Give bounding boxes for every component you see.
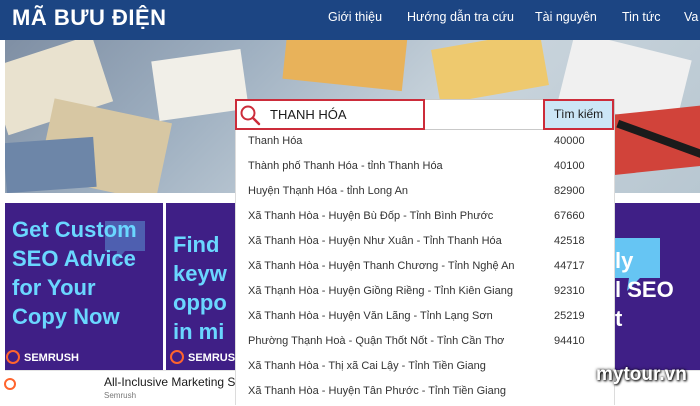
result-name: Thành phố Thanh Hóa - tỉnh Thanh Hóa [248, 160, 443, 172]
ad-strip-title[interactable]: All-Inclusive Marketing S [104, 375, 235, 389]
result-item[interactable]: Xã Thanh Hòa - Huyện Bù Đốp - Tỉnh Bình … [236, 205, 614, 230]
hero-paper-8 [5, 136, 97, 193]
search-icon [240, 105, 261, 126]
result-code: 67660 [554, 210, 585, 222]
ad-brand-left: SEMRUSH [24, 352, 80, 364]
result-name: Xã Thanh Hòa - Huyện Thanh Chương - Tỉnh… [248, 260, 515, 272]
site-logo[interactable]: MÃ BƯU ĐIỆN [12, 5, 167, 31]
result-item[interactable]: Xã Thanh Hòa - Thị xã Cai Lậy - Tỉnh Tiề… [236, 355, 614, 380]
result-name: Phường Thạnh Hoà - Quận Thốt Nốt - Tỉnh … [248, 335, 505, 347]
result-code: 94410 [554, 335, 585, 347]
ad-banner-middle[interactable]: Find keyw oppo in mi [166, 203, 236, 370]
ad-right-text: ly l SEO t [615, 248, 674, 331]
result-item[interactable]: Phường Thạnh Hoà - Quận Thốt Nốt - Tỉnh … [236, 330, 614, 355]
result-name: Thanh Hóa [248, 135, 303, 147]
result-item[interactable]: Xã Thanh Hòa - Huyện Tân Phước - Tỉnh Ti… [236, 380, 614, 405]
watermark-logo: mytour.vn [596, 364, 687, 385]
result-item[interactable]: Huyện Thạnh Hóa - tỉnh Long An 82900 [236, 180, 614, 205]
ad-banner-left[interactable]: Get Custom SEO Advice for Your Copy Now [5, 203, 163, 370]
result-name: Huyện Thạnh Hóa - tỉnh Long An [248, 185, 409, 197]
result-item[interactable]: Xã Thanh Hòa - Huyện Như Xuân - Tỉnh Tha… [236, 230, 614, 255]
ad-banner-right[interactable]: ly l SEO t [615, 203, 700, 370]
result-item[interactable]: Thanh Hóa 40000 [236, 130, 614, 155]
nav-item-tin-tuc[interactable]: Tin tức [622, 10, 660, 24]
ad-middle-text: Find keyw oppo in mi [173, 232, 227, 344]
hero-paper-4 [282, 40, 408, 92]
result-code: 40000 [554, 135, 585, 147]
nav-item-tai-nguyen[interactable]: Tài nguyên [535, 10, 597, 24]
result-name: Xã Thanh Hòa - Huyện Văn Lãng - Tỉnh Lạn… [248, 310, 493, 322]
result-code: 92310 [554, 285, 585, 297]
nav-item-truncated[interactable]: Va [684, 10, 698, 24]
speech-bubble-icon [105, 221, 145, 263]
search-input[interactable]: THANH HÓA [270, 107, 347, 122]
result-item[interactable]: Xã Thanh Hòa - Huyện Thanh Chương - Tỉnh… [236, 255, 614, 280]
hero-paper-5 [431, 40, 549, 105]
search-button[interactable]: Tìm kiếm [543, 99, 614, 130]
result-item[interactable]: Thành phố Thanh Hóa - tỉnh Thanh Hóa 4010… [236, 155, 614, 180]
result-name: Xã Thanh Hòa - Huyện Tân Phước - Tỉnh Ti… [248, 385, 506, 397]
semrush-logo-icon [6, 350, 20, 364]
result-item[interactable]: Xã Thanh Hòa - Huyện Văn Lãng - Tỉnh Lạn… [236, 305, 614, 330]
result-name: Xã Thanh Hòa - Thị xã Cai Lậy - Tỉnh Tiề… [248, 360, 486, 372]
result-code: 82900 [554, 185, 585, 197]
search-results-dropdown: Thanh Hóa 40000 Thành phố Thanh Hóa - tỉn… [235, 130, 615, 405]
result-name: Xã Thanh Hòa - Huyện Bù Đốp - Tỉnh Bình … [248, 210, 494, 222]
result-name: Xã Thanh Hòa - Huyện Như Xuân - Tỉnh Tha… [248, 235, 502, 247]
semrush-logo-icon [4, 378, 16, 390]
result-code: 40100 [554, 160, 585, 172]
semrush-logo-icon [170, 350, 184, 364]
nav-item-huong-dan-tra-cuu[interactable]: Hướng dẫn tra cứu [407, 10, 514, 24]
nav-item-gioi-thieu[interactable]: Giới thiệu [328, 10, 382, 24]
result-item[interactable]: Xã Thạnh Hòa - Huyện Giồng Riềng - Tỉnh … [236, 280, 614, 305]
ad-strip-subtitle: Semrush [104, 391, 137, 400]
result-name: Xã Thạnh Hòa - Huyện Giồng Riềng - Tỉnh … [248, 285, 513, 297]
result-code: 25219 [554, 310, 585, 322]
result-code: 44717 [554, 260, 585, 272]
result-code: 42518 [554, 235, 585, 247]
